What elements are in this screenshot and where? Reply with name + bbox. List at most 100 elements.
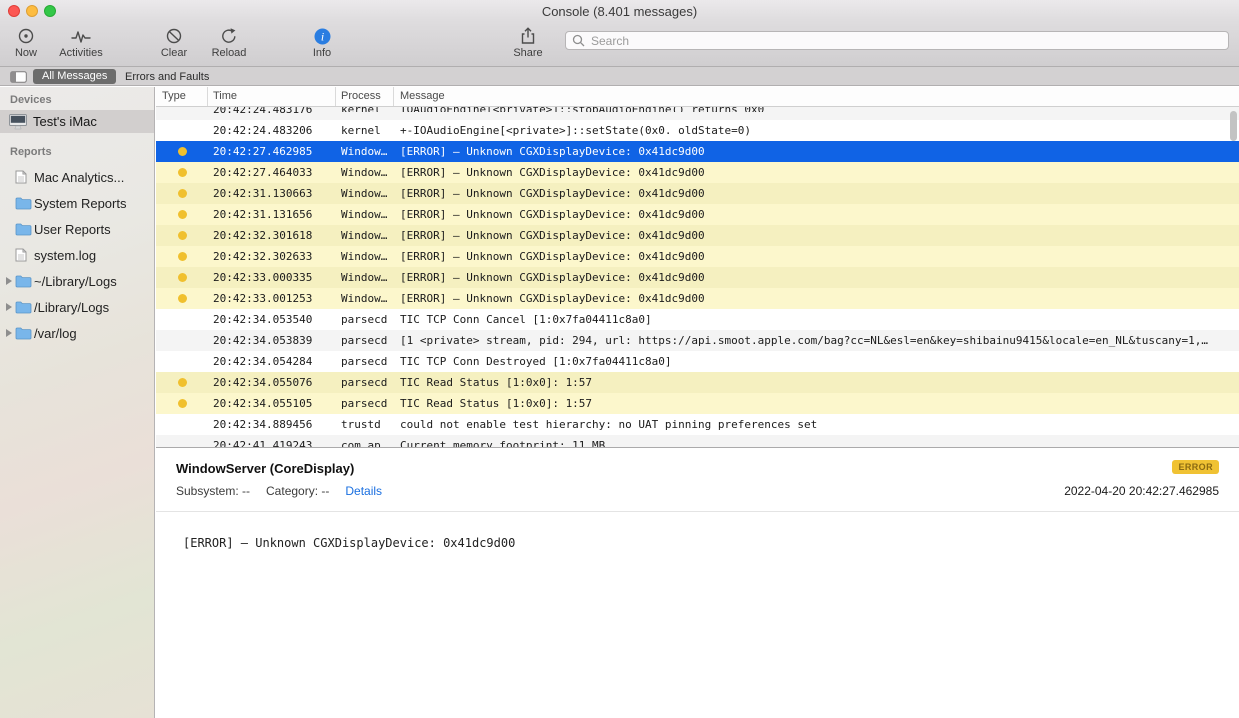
disclosure-triangle-icon[interactable] <box>6 277 12 285</box>
table-row[interactable]: 20:42:27.462985 Window… [ERROR] — Unknow… <box>156 141 1239 162</box>
table-row[interactable]: 20:42:31.131656 Window… [ERROR] — Unknow… <box>156 204 1239 225</box>
row-time: 20:42:33.001253 <box>213 292 313 305</box>
disclosure-triangle-icon[interactable] <box>6 329 12 337</box>
row-process: kernel <box>336 107 394 112</box>
row-time: 20:42:34.889456 <box>213 418 313 431</box>
table-row[interactable]: 20:42:24.483176 kernel IOAudioEngine[<pr… <box>156 107 1239 120</box>
disclosure-triangle-icon[interactable] <box>6 303 12 311</box>
search-input[interactable] <box>589 32 1222 49</box>
sidebar-item-label: /var/log <box>34 325 77 341</box>
row-time: 20:42:31.130663 <box>213 187 313 200</box>
column-header-process[interactable]: Process <box>336 87 394 106</box>
sidebar-report-list: Mac Analytics... System Reports User Rep… <box>0 164 154 346</box>
row-process: trustd <box>341 418 381 431</box>
table-row[interactable]: 20:42:24.483206 kernel +-IOAudioEngine[<… <box>156 120 1239 141</box>
row-time: 20:42:24.483206 <box>213 124 313 137</box>
row-message: [ERROR] — Unknown CGXDisplayDevice: 0x41… <box>400 166 705 179</box>
search-field[interactable] <box>565 31 1229 50</box>
tab-all-messages[interactable]: All Messages <box>33 69 117 84</box>
sidebar-item[interactable]: /var/log <box>0 320 154 346</box>
now-button[interactable]: Now <box>6 26 46 59</box>
table-row[interactable]: 20:42:32.302633 Window… [ERROR] — Unknow… <box>156 246 1239 267</box>
table-row[interactable]: 20:42:41.419243 com.ap… Current memory f… <box>156 435 1239 447</box>
activities-button[interactable]: Activities <box>52 26 110 59</box>
table-row[interactable]: 20:42:34.053540 parsecd TIC TCP Conn Can… <box>156 309 1239 330</box>
table-row[interactable]: 20:42:31.130663 Window… [ERROR] — Unknow… <box>156 183 1239 204</box>
table-row[interactable]: 20:42:34.889456 trustd could not enable … <box>156 414 1239 435</box>
sidebar-item[interactable]: Mac Analytics... <box>0 164 154 190</box>
sidebar-devices-header: Devices <box>10 94 52 106</box>
reload-button[interactable]: Reload <box>206 26 252 59</box>
sidebar-item[interactable]: system.log <box>0 242 154 268</box>
row-process: Window… <box>341 229 388 242</box>
sidebar-item[interactable]: ~/Library/Logs <box>0 268 154 294</box>
document-icon <box>15 170 27 184</box>
clear-button[interactable]: Clear <box>152 26 196 59</box>
error-dot <box>177 273 187 282</box>
row-time: 20:42:31.131656 <box>213 208 313 221</box>
row-process: parsecd <box>341 397 388 410</box>
info-button[interactable]: i Info <box>300 26 344 59</box>
error-dot <box>177 378 187 387</box>
sidebar-item[interactable]: /Library/Logs <box>0 294 154 320</box>
row-time: 20:42:41.419243 <box>213 439 313 447</box>
folder-icon <box>15 275 32 288</box>
row-message: [1 <private> stream, pid: 294, url: http… <box>400 334 1208 347</box>
row-process: kernel <box>341 124 381 137</box>
details-link[interactable]: Details <box>345 484 382 498</box>
document-icon <box>15 248 27 262</box>
sidebar-toggle-icon[interactable] <box>10 70 27 88</box>
table-row[interactable]: 20:42:34.055105 parsecd TIC Read Status … <box>156 393 1239 414</box>
column-header-time[interactable]: Time <box>208 87 336 106</box>
row-process: Window… <box>341 208 388 221</box>
row-process: Window… <box>341 250 388 263</box>
row-process: parsecd <box>341 355 388 368</box>
row-process: Window… <box>341 271 388 284</box>
row-message: [ERROR] — Unknown CGXDisplayDevice: 0x41… <box>400 250 705 263</box>
sidebar-item[interactable]: System Reports <box>0 190 154 216</box>
row-message: TIC Read Status [1:0x0]: 1:57 <box>400 397 593 410</box>
row-process: com.ap… <box>341 439 388 447</box>
detail-message: [ERROR] — Unknown CGXDisplayDevice: 0x41… <box>183 536 516 550</box>
table-row[interactable]: 20:42:34.053839 parsecd [1 <private> str… <box>156 330 1239 351</box>
table-row[interactable]: 20:42:33.001253 Window… [ERROR] — Unknow… <box>156 288 1239 309</box>
row-message: IOAudioEngine[<private>]::stopAudioEngin… <box>394 107 1239 112</box>
sidebar-item[interactable]: User Reports <box>0 216 154 242</box>
table-row[interactable]: 20:42:27.464033 Window… [ERROR] — Unknow… <box>156 162 1239 183</box>
row-time: 20:42:27.462985 <box>213 145 313 158</box>
sidebar-item-label: Mac Analytics... <box>34 169 125 185</box>
row-process: Window… <box>341 292 388 305</box>
folder-icon <box>15 223 32 236</box>
table-row[interactable]: 20:42:34.055076 parsecd TIC Read Status … <box>156 372 1239 393</box>
column-header-message[interactable]: Message <box>394 87 1239 106</box>
table-row[interactable]: 20:42:32.301618 Window… [ERROR] — Unknow… <box>156 225 1239 246</box>
imac-icon <box>9 113 28 130</box>
row-message: Current memory footprint: 11 MB <box>400 439 606 447</box>
sidebar-item-label: User Reports <box>34 221 111 237</box>
column-header-type[interactable]: Type <box>156 87 208 106</box>
row-message: +-IOAudioEngine[<private>]::setState(0x0… <box>400 124 751 137</box>
share-button[interactable]: Share <box>506 26 550 59</box>
table-row[interactable]: 20:42:34.054284 parsecd TIC TCP Conn Des… <box>156 351 1239 372</box>
detail-category: Category: -- <box>266 484 330 498</box>
vertical-scrollbar-thumb[interactable] <box>1230 111 1237 141</box>
toolbar: Now Activities Clear Reload i Info Share… <box>0 22 1239 67</box>
row-time: 20:42:34.055076 <box>213 376 313 389</box>
row-message: [ERROR] — Unknown CGXDisplayDevice: 0x41… <box>400 208 705 221</box>
reload-icon <box>206 26 252 46</box>
row-time: 20:42:34.055105 <box>213 397 313 410</box>
device-name: Test's iMac <box>33 114 97 129</box>
table-header: Type Time Process Message <box>156 87 1239 107</box>
folder-icon <box>15 197 32 210</box>
scope-bar: All Messages Errors and Faults <box>0 67 1239 86</box>
tab-errors-and-faults[interactable]: Errors and Faults <box>125 69 209 84</box>
row-time: 20:42:32.301618 <box>213 229 313 242</box>
table-row[interactable]: 20:42:33.000335 Window… [ERROR] — Unknow… <box>156 267 1239 288</box>
search-icon <box>572 34 585 47</box>
clear-icon <box>152 26 196 46</box>
sidebar-item-device[interactable]: Test's iMac <box>0 110 154 133</box>
activities-icon <box>52 26 110 46</box>
sidebar-reports-header: Reports <box>10 146 52 158</box>
row-message: could not enable test hierarchy: no UAT … <box>400 418 818 431</box>
error-dot <box>177 210 187 219</box>
